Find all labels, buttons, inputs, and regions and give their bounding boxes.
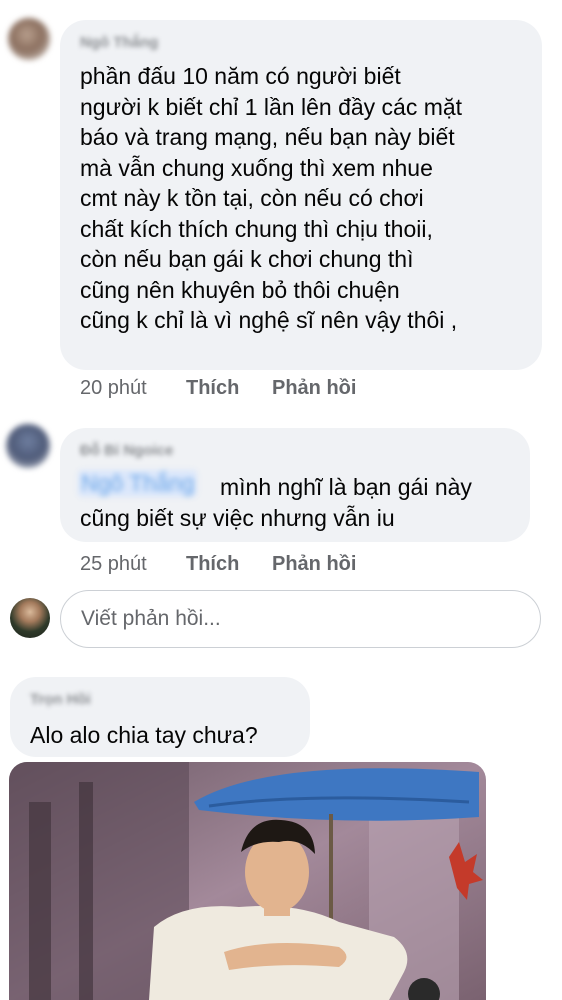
reply-field[interactable]: [60, 590, 541, 648]
comment-author[interactable]: Ngô Thắng: [80, 34, 158, 51]
comment-line: mà vẫn chung xuống thì xem nhue: [80, 154, 433, 181]
reply-input[interactable]: [61, 591, 540, 647]
comment-line: người k biết chỉ 1 lần lên đầy các mặt: [80, 93, 463, 120]
comment-line: phần đấu 10 năm có người biết: [80, 63, 401, 89]
comment-bubble: Đỗ Bỉ Ngoice Ngô Thắng mình nghĩ là bạn …: [60, 428, 530, 542]
avatar[interactable]: [8, 18, 50, 60]
comment-author[interactable]: Trọn Hồi: [30, 691, 91, 708]
comment-bubble: Ngô Thắng phần đấu 10 năm có người biết …: [60, 20, 542, 370]
comment-bubble: Trọn Hồi Alo alo chia tay chưa?: [10, 677, 310, 757]
meme-photo: [9, 762, 486, 1000]
comment-line: còn nếu bạn gái k chơi chung thì: [80, 246, 414, 272]
comment-line: mình nghĩ là bạn gái này: [220, 474, 472, 500]
reply-button[interactable]: Phản hồi: [272, 553, 356, 576]
comment-actions: 25 phút Thích Phản hồi: [80, 553, 356, 576]
like-button[interactable]: Thích: [186, 377, 272, 400]
comment-line: cũng k chỉ là vì nghệ sĩ nên vậy thôi ,: [80, 307, 458, 333]
like-button[interactable]: Thích: [186, 553, 272, 576]
reply-button[interactable]: Phản hồi: [272, 377, 356, 400]
mention-tag[interactable]: Ngô Thắng: [78, 470, 198, 497]
comment-line: chất kích thích chung thì chịu thoii,: [80, 215, 433, 242]
comment-line: cmt này k tồn tại, còn nếu có chơi: [80, 185, 424, 211]
comment-line: cũng nên khuyên bỏ thôi chuện: [80, 276, 400, 303]
comment-actions: 20 phút Thích Phản hồi: [80, 377, 356, 400]
comment-timestamp[interactable]: 20 phút: [80, 377, 186, 400]
avatar[interactable]: [6, 424, 50, 468]
comment-author[interactable]: Đỗ Bỉ Ngoice: [80, 442, 173, 459]
avatar-icon[interactable]: [10, 598, 50, 638]
comment-image[interactable]: [9, 762, 486, 1000]
comment-line: báo và trang mạng, nếu bạn này biết: [80, 124, 455, 150]
comment-text: phần đấu 10 năm có người biết người k bi…: [80, 61, 540, 336]
comment-text: Alo alo chia tay chưa?: [30, 722, 258, 748]
comment-line: cũng biết sự việc nhưng vẫn iu: [80, 505, 395, 531]
comment-timestamp[interactable]: 25 phút: [80, 553, 186, 576]
